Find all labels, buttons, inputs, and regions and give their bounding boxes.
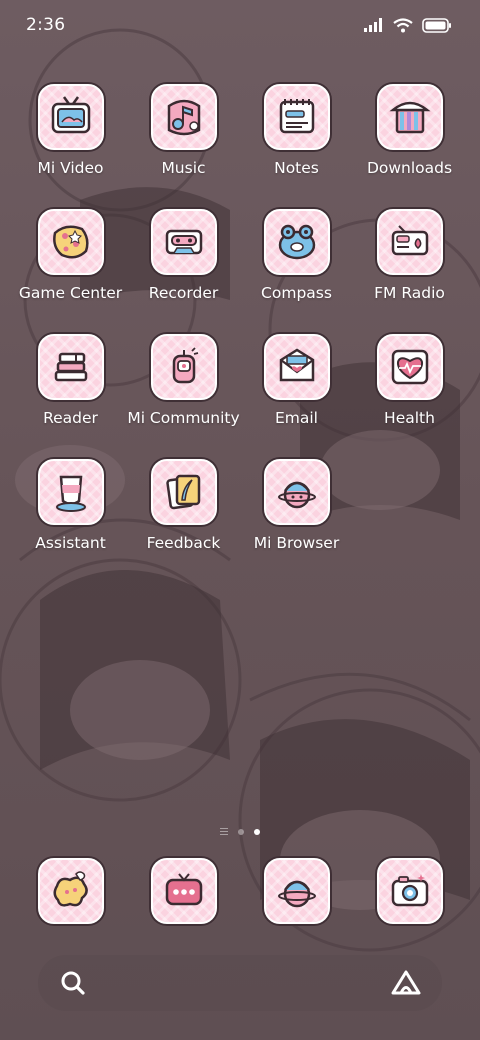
page-indicator[interactable] (0, 828, 480, 835)
app-label: Email (274, 409, 318, 427)
app-feedback[interactable]: Feedback (127, 459, 240, 565)
app-label: Compass (261, 284, 332, 302)
app-game-center[interactable]: Game Center (14, 209, 127, 315)
heart-icon (391, 349, 428, 385)
speech-bubble-icon (53, 871, 88, 907)
app-icon-tile[interactable] (150, 858, 217, 924)
cookie-icon (52, 225, 89, 259)
app-icon-tile[interactable] (263, 334, 330, 400)
app-icon-tile[interactable] (150, 84, 217, 150)
planet-icon (277, 481, 316, 509)
app-icon-tile[interactable] (376, 858, 443, 924)
app-grid: Mi Video Music Notes Downloads Game Cent… (14, 84, 466, 565)
app-label: Feedback (146, 534, 221, 552)
search-bar[interactable] (38, 955, 442, 1011)
app-label: Music (161, 159, 206, 177)
app-icon-tile[interactable] (150, 459, 217, 525)
app-label: Mi Video (37, 159, 104, 177)
chat-bubble-icon (165, 873, 202, 906)
frog-icon (278, 224, 315, 260)
app-icon-tile[interactable] (263, 858, 330, 924)
radio-icon (391, 225, 428, 256)
page-indicator-menu-icon[interactable] (220, 828, 228, 835)
app-recorder[interactable]: Recorder (127, 209, 240, 315)
app-icon-tile[interactable] (37, 858, 104, 924)
app-label: Health (384, 409, 435, 427)
app-icon-tile[interactable] (263, 84, 330, 150)
envelope-icon (279, 348, 314, 382)
dock (14, 858, 466, 930)
app-music[interactable]: Music (127, 84, 240, 190)
app-email[interactable]: Email (240, 334, 353, 440)
app-mi-video[interactable]: Mi Video (14, 84, 127, 190)
music-note-icon (167, 99, 200, 136)
books-icon (54, 352, 87, 382)
dock-app-4[interactable] (353, 858, 466, 930)
app-mi-community[interactable]: Mi Community (127, 334, 240, 440)
status-time: 2:36 (26, 15, 66, 35)
app-label: Downloads (366, 159, 453, 177)
app-label: Game Center (18, 284, 123, 302)
search-icon[interactable] (58, 968, 88, 998)
tv-icon (51, 96, 90, 134)
app-label: FM Radio (374, 284, 445, 302)
app-label: Reader (43, 409, 98, 427)
status-icons (364, 17, 452, 33)
app-icon-tile[interactable] (37, 459, 104, 525)
app-icon-tile[interactable] (37, 84, 104, 150)
cup-icon (55, 475, 86, 512)
camera-icon (391, 874, 428, 907)
signal-icon (364, 18, 382, 32)
notepad-icon (279, 99, 314, 134)
app-icon-tile[interactable] (263, 459, 330, 525)
battery-icon (422, 17, 451, 33)
app-icon-tile[interactable] (37, 334, 104, 400)
app-icon-tile[interactable] (37, 209, 104, 275)
app-fm-radio[interactable]: FM Radio (353, 209, 466, 315)
app-icon-tile[interactable] (376, 209, 443, 275)
app-icon-tile[interactable] (376, 84, 443, 150)
status-bar: 2:36 (0, 0, 480, 50)
app-compass[interactable]: Compass (240, 209, 353, 315)
feather-note-icon (165, 474, 200, 510)
download-box-icon (389, 101, 430, 134)
app-mi-browser[interactable]: Mi Browser (240, 459, 353, 565)
app-assistant[interactable]: Assistant (14, 459, 127, 565)
app-health[interactable]: Health (353, 334, 466, 440)
app-label: Recorder (148, 284, 219, 302)
assistant-logo-icon[interactable] (390, 968, 422, 998)
app-icon-tile[interactable] (376, 334, 443, 400)
app-icon-tile[interactable] (263, 209, 330, 275)
page-dot-active[interactable] (254, 828, 260, 835)
cassette-icon (165, 229, 202, 255)
app-reader[interactable]: Reader (14, 334, 127, 440)
app-label: Mi Community (127, 409, 240, 427)
dock-app-1[interactable] (14, 858, 127, 930)
app-icon-tile[interactable] (150, 334, 217, 400)
app-label: Assistant (35, 534, 106, 552)
page-dot[interactable] (238, 828, 244, 835)
dock-app-2[interactable] (127, 858, 240, 930)
app-label: Mi Browser (253, 534, 340, 552)
app-notes[interactable]: Notes (240, 84, 353, 190)
planet-icon (277, 880, 316, 908)
app-label: Notes (274, 159, 319, 177)
dock-app-3[interactable] (240, 858, 353, 930)
wifi-icon (393, 17, 413, 32)
app-icon-tile[interactable] (150, 209, 217, 275)
app-downloads[interactable]: Downloads (353, 84, 466, 190)
lantern-icon (172, 347, 198, 384)
